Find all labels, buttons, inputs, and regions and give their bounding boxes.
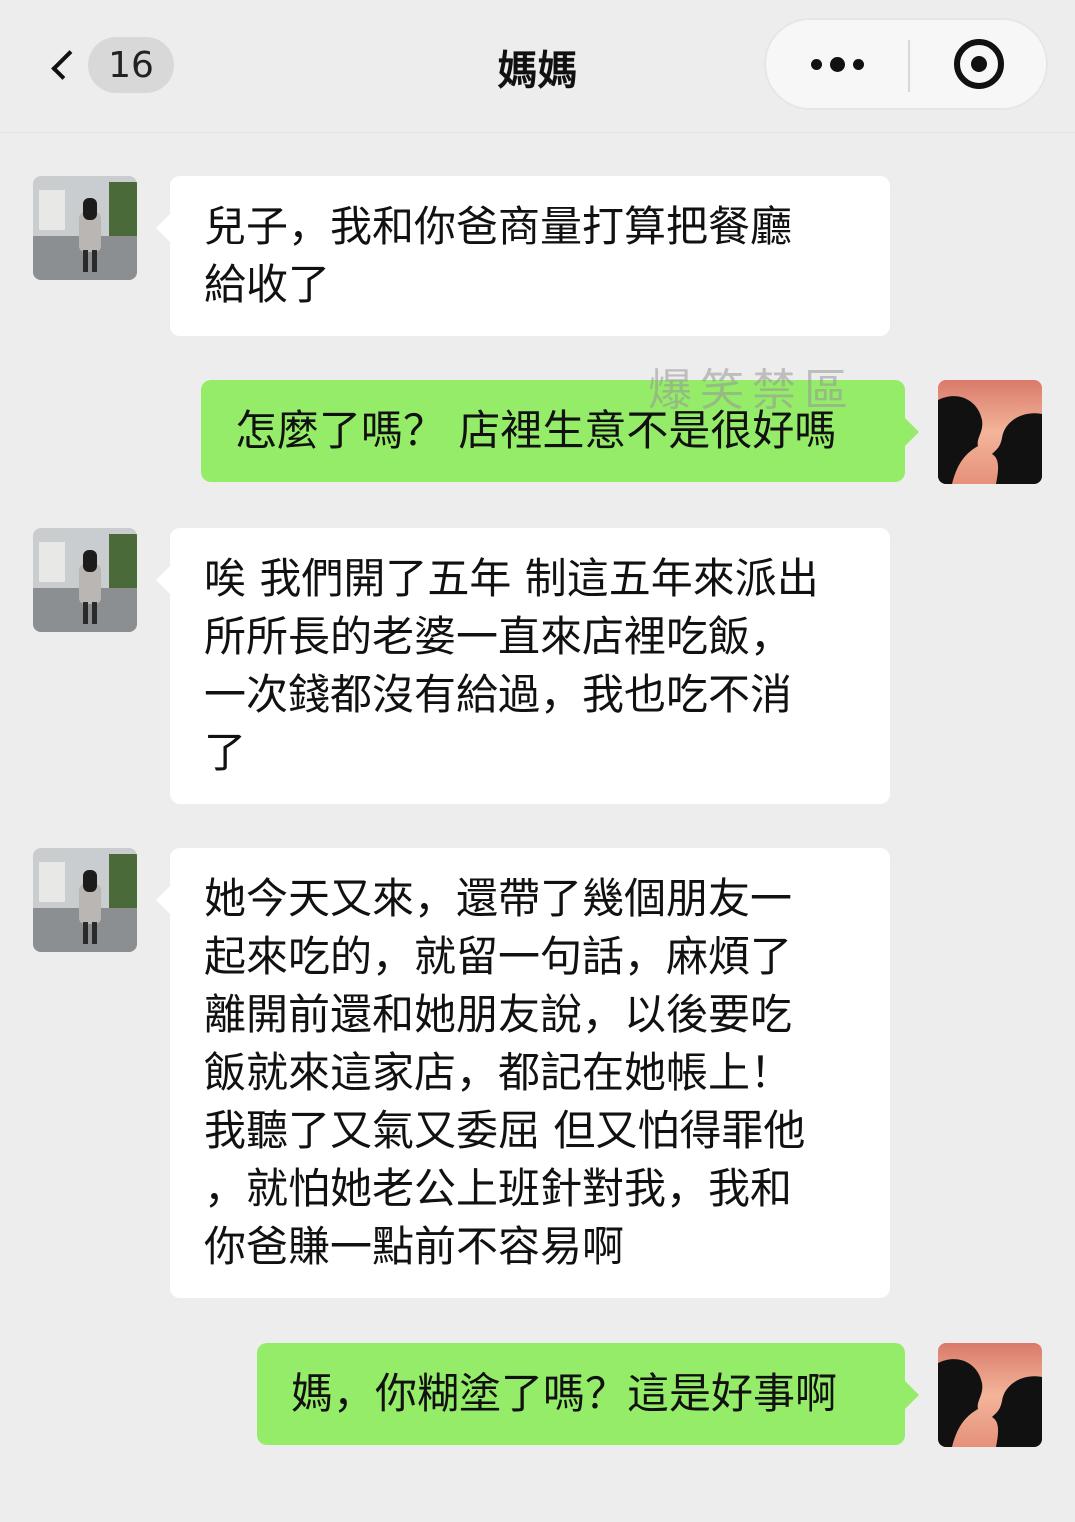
target-core (971, 56, 987, 72)
mom-avatar[interactable] (33, 528, 137, 632)
couple-silhouette-avatar-icon (938, 1343, 1042, 1447)
chat-header: 16 媽媽 (0, 0, 1075, 133)
photo-avatar-icon (33, 528, 137, 632)
more-dots-icon (810, 58, 822, 70)
incoming-message[interactable]: 兒子，我和你爸商量打算把餐廳 給收了 (156, 176, 890, 336)
outgoing-message[interactable]: 媽，你糊塗了嗎？這是好事啊 (257, 1343, 919, 1445)
mom-avatar[interactable] (33, 848, 137, 952)
close-button[interactable] (910, 20, 1048, 108)
my-avatar[interactable] (938, 380, 1042, 484)
mini-program-capsule (764, 18, 1048, 110)
more-button[interactable] (766, 20, 908, 108)
my-avatar[interactable] (938, 1343, 1042, 1447)
incoming-message[interactable]: 她今天又來，還帶了幾個朋友一 起來吃的，就留一句話，麻煩了 離開前還和她朋友說，… (156, 848, 890, 1298)
watermark: 爆笑禁區 (648, 365, 856, 416)
couple-silhouette-avatar-icon (938, 380, 1042, 484)
target-circle-icon (954, 39, 1004, 89)
more-dot-right (852, 58, 864, 70)
more-dot-center (829, 56, 845, 72)
mom-avatar[interactable] (33, 176, 137, 280)
incoming-message[interactable]: 唉 我們開了五年 制這五年來派出 所所長的老婆一直來店裡吃飯， 一次錢都沒有給過… (156, 528, 890, 804)
photo-avatar-icon (33, 176, 137, 280)
photo-avatar-icon (33, 848, 137, 952)
